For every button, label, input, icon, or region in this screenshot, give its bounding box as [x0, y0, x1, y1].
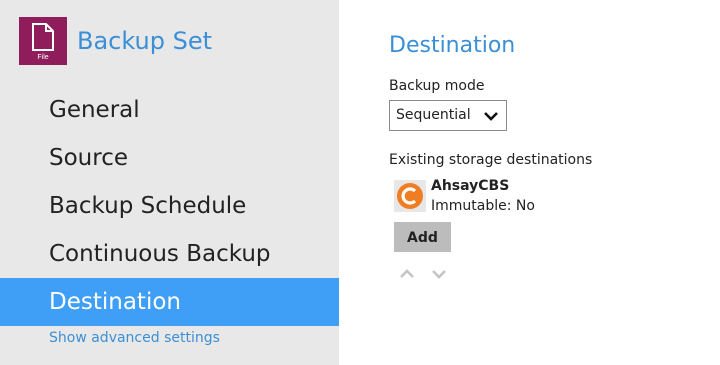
sidebar: File Backup Set General Source Backup Sc…: [0, 0, 339, 365]
backup-mode-value: Sequential: [396, 107, 471, 123]
existing-destinations-label: Existing storage destinations: [389, 152, 593, 168]
file-icon-caption: File: [37, 54, 49, 61]
sidebar-item-backup-schedule[interactable]: Backup Schedule: [0, 182, 339, 230]
app-title: Backup Set: [77, 27, 213, 55]
sidebar-item-destination[interactable]: Destination: [0, 278, 339, 326]
backup-mode-label: Backup mode: [389, 78, 485, 94]
chevron-down-icon[interactable]: [431, 266, 447, 282]
document-glyph: [32, 23, 54, 51]
chevron-up-icon[interactable]: [399, 266, 415, 282]
destination-status: Immutable: No: [431, 198, 535, 214]
sidebar-item-general[interactable]: General: [0, 86, 339, 134]
page-title: Destination: [389, 33, 516, 58]
file-icon: File: [19, 17, 67, 65]
chevron-down-icon: [484, 112, 498, 121]
add-button[interactable]: Add: [394, 222, 451, 252]
sidebar-item-continuous-backup[interactable]: Continuous Backup: [0, 230, 339, 278]
backup-mode-select[interactable]: Sequential: [389, 100, 507, 131]
show-advanced-settings-link[interactable]: Show advanced settings: [49, 330, 220, 346]
sidebar-item-source[interactable]: Source: [0, 134, 339, 182]
ahsay-logo-icon: [394, 180, 426, 212]
destination-name: AhsayCBS: [431, 178, 510, 194]
